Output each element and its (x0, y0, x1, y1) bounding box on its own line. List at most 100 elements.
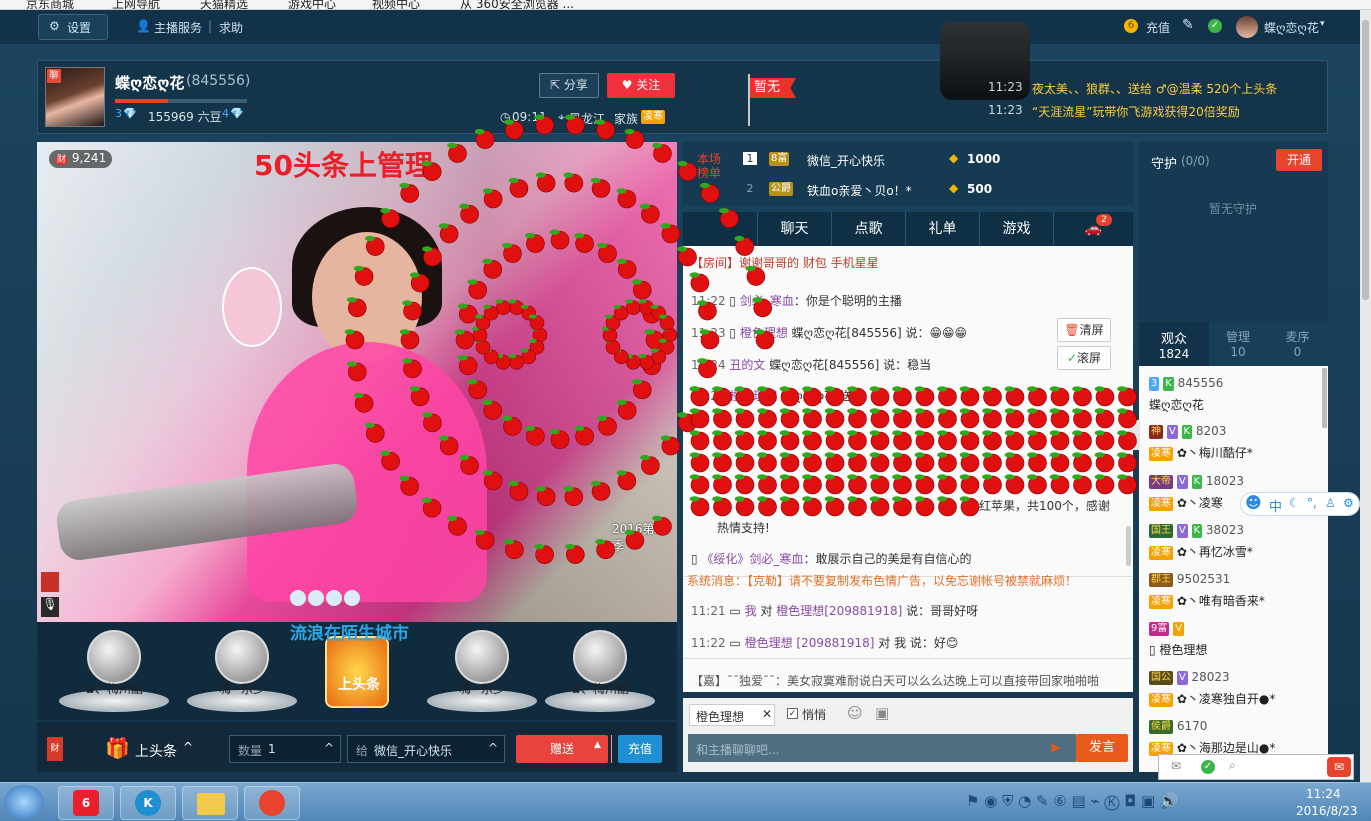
recharge-button[interactable]: 充值 (618, 735, 662, 763)
help-link[interactable]: 求助 (219, 19, 243, 36)
auto-scroll-button[interactable]: ✓滚屏 (1057, 346, 1111, 370)
menu-icon[interactable] (41, 572, 59, 592)
chat-panel[interactable]: 【房间】谢谢哥哥的 财包 手机星星 11:22 ▯ 剑必_寒血：你是个聪明的主播… (683, 246, 1133, 692)
chat-nick[interactable]: 橙色理想[209881918] (776, 604, 902, 618)
rank-name[interactable]: 铁血o亲爱丶贝o！* (807, 182, 912, 199)
tab-car[interactable]: 🚗 (1053, 212, 1133, 246)
floating-toolbar[interactable]: ✉ ✓ ⌕ ✉ (1158, 754, 1354, 780)
search-icon[interactable]: ⌕ (1229, 758, 1236, 773)
bookmark-tmall[interactable]: 天猫精选 (200, 0, 248, 9)
tab-admins[interactable]: 管理 10 (1209, 322, 1267, 366)
mail-icon[interactable]: ✉ (1171, 759, 1181, 773)
chat-bubble-icon[interactable]: ✉ (1327, 757, 1351, 777)
page-scrollbar[interactable] (1360, 10, 1371, 782)
moon-icon[interactable]: ☾ (1289, 496, 1300, 510)
clock-time[interactable]: 11:24 (1306, 787, 1341, 801)
bookmark-video[interactable]: 视频中心 (372, 0, 420, 9)
rank-name[interactable]: 微信_开心快乐 (807, 152, 885, 169)
audience-item[interactable]: 国公 V 28023 凌寒 ✿丶凌寒独自开●* (1149, 670, 1325, 716)
tab-mic-queue[interactable]: 麦序 0 (1267, 322, 1328, 366)
chat-tabs: 聊天 点歌 礼单 游戏 🚗 2 (683, 212, 1133, 246)
chat-target: 橙色理想 (696, 710, 745, 724)
contributor-item[interactable]: ✿、梅川酷 (59, 630, 169, 716)
user-avatar[interactable] (1236, 16, 1258, 38)
bookmark-import[interactable]: 从 360安全浏览器 ... (460, 0, 574, 9)
chat-badge-icon: 聊 (47, 69, 61, 83)
audience-item[interactable]: 9富 V ▯ 橙色理想 (1149, 621, 1325, 667)
wealth-icon[interactable]: 财 (47, 737, 63, 761)
audience-item[interactable]: 3 K 845556 蝶ღ恋ღ花 (1149, 376, 1325, 422)
ime-mode[interactable]: 中 (1269, 496, 1282, 515)
tab-audience[interactable]: 观众 1824 (1139, 322, 1209, 366)
ime-toolbar[interactable]: ☻ 中 ☾ °, ♙ ⚙ (1240, 492, 1360, 516)
tab-song[interactable]: 点歌 (831, 212, 905, 246)
bookmark-jd[interactable]: 京东商城 (26, 0, 74, 9)
audience-item[interactable]: 国王 V K 38023 凌寒 ✿丶再忆冰雪* (1149, 523, 1325, 569)
punct-icon[interactable]: °, (1307, 496, 1317, 510)
gear-icon[interactable]: ⚙ (1343, 496, 1354, 510)
notice-time-2: 11:23 (988, 103, 1023, 117)
contributor-item[interactable]: 嗨~乐少 (187, 630, 297, 716)
clock-date[interactable]: 2016/8/23 (1296, 804, 1358, 818)
broadcast-message: 【嘉】ˉˉ独爱ˉˉ：美女寂寞难耐说白天可以么么达晚上可以直接带回家啪啪啪 (691, 674, 1100, 688)
chevron-down-icon[interactable]: ▲ (594, 740, 601, 750)
user-name[interactable]: 蝶ღ恋ღ花 (1264, 19, 1319, 36)
anchor-service-link[interactable]: 主播服务 (154, 19, 202, 36)
follow-button[interactable]: ♥ 关注 (607, 73, 675, 98)
chat-nick[interactable]: 橙色理想 (729, 389, 777, 403)
chat-nick[interactable]: 橙色理想 [209881918] (745, 636, 875, 650)
headline-gift-select[interactable]: 上头条 (135, 741, 177, 761)
clock-icon: ◷ (500, 110, 511, 124)
edit-icon[interactable]: ✎ (1182, 17, 1194, 33)
clear-screen-button[interactable]: 🗑清屏 (1057, 318, 1111, 342)
microphone-icon[interactable]: 🎙 (41, 597, 59, 617)
taskbar-app-game[interactable] (244, 786, 300, 820)
recharge-link[interactable]: 充值 (1146, 19, 1170, 36)
check-icon[interactable]: ✓ (1201, 760, 1215, 774)
audience-item[interactable]: 神 V K 8203 凌寒 ✿丶梅川酷仔* (1149, 424, 1325, 470)
settings-button[interactable]: ⚙ 设置 (38, 14, 108, 40)
collapse-handle[interactable]: › (1128, 420, 1140, 450)
chat-text: 蝶ღ恋ღ花 送 (781, 389, 852, 403)
chat-nick[interactable]: 橙色理想 (740, 326, 788, 340)
bookmark-games[interactable]: 游戏中心 (288, 0, 336, 9)
family-badge[interactable]: 凌寒 (641, 110, 665, 124)
chat-nick[interactable]: 剑必_寒血 (740, 294, 794, 308)
recipient-select[interactable]: 给 微信_开心快乐 ^ (347, 735, 505, 763)
image-icon[interactable]: ▣ (875, 704, 889, 722)
video-stream[interactable]: 财 9,241 50头条上管理 2016第二季 🎙 (37, 142, 677, 622)
share-button[interactable]: ⇱ 分享 (539, 73, 599, 98)
chevron-down-icon[interactable]: ▾ (1320, 19, 1325, 29)
send-button[interactable]: 发言 (1076, 734, 1128, 762)
emoji-icon[interactable]: ☺ (847, 704, 863, 722)
tray-icons[interactable]: ⚑ ◉ ⛨ ◔ ✎ ⑥ ▤ ⌁ Ⓚ ◘ ▣ 🔊 (966, 792, 1179, 810)
taskbar-app-6rooms[interactable]: 6 (58, 786, 114, 820)
anchor-icon: 👤 (136, 19, 151, 33)
start-button[interactable] (4, 785, 44, 819)
chat-nick[interactable]: 《绥化》剑必_寒血 (701, 552, 803, 566)
taskbar-app-explorer[interactable] (182, 786, 238, 820)
verified-icon: ✓ (1208, 19, 1222, 33)
skin-icon[interactable]: ♙ (1325, 496, 1336, 510)
tab-gift-list[interactable]: 礼单 (905, 212, 979, 246)
tab-game[interactable]: 游戏 (979, 212, 1053, 246)
taskbar-app-kugou[interactable]: K (120, 786, 176, 820)
whisper-checkbox[interactable]: ✓ (787, 708, 798, 719)
audience-item[interactable]: 郡王 9502531 凌寒 ✿丶唯有暗香来* (1149, 572, 1325, 618)
contributor-item[interactable]: 嗨~乐少 (427, 630, 537, 716)
chat-nick[interactable]: 丑的文 (729, 358, 765, 372)
audience-scrollbar[interactable] (1322, 368, 1327, 428)
bookmark-nav[interactable]: 上网导航 (112, 0, 160, 9)
chat-target-select[interactable]: 橙色理想 ✕ (689, 704, 775, 726)
chevron-up-icon[interactable]: ^ (183, 740, 193, 754)
quantity-select[interactable]: 数量 1 ^ (229, 735, 341, 763)
contributor-item[interactable]: ✿、梅川酷 (545, 630, 655, 716)
guard-open-button[interactable]: 开通 (1276, 149, 1322, 171)
tab-chat[interactable]: 聊天 (757, 212, 831, 246)
scrollbar-thumb[interactable] (1362, 20, 1369, 300)
nav-divider: | (208, 19, 213, 33)
diamond-icon: 💎 (230, 107, 244, 120)
close-icon[interactable]: ✕ (762, 707, 772, 721)
chat-scrollbar[interactable] (1126, 526, 1131, 566)
chat-input[interactable]: 和主播聊聊吧... ➤ (688, 734, 1076, 762)
